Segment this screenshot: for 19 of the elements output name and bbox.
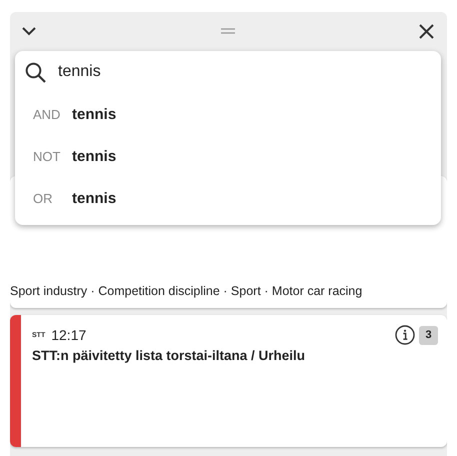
- drag-handle-icon[interactable]: [220, 28, 234, 34]
- close-icon[interactable]: [419, 24, 434, 38]
- count-badge: 3: [419, 326, 438, 344]
- term-text: tennis: [72, 106, 116, 122]
- subject-tags-text: Sport industry · Competition discipline · Sport · Motor car racing: [10, 284, 364, 298]
- search-field[interactable]: tennis: [58, 63, 358, 81]
- suggestion-item[interactable]: OR tennis: [15, 177, 441, 219]
- chevron-down-icon[interactable]: [22, 26, 36, 36]
- term-text: tennis: [72, 190, 116, 206]
- headline-text[interactable]: STT:n päivitetty lista torstai-iltana / Urheilu: [32, 348, 438, 363]
- search-icon: [25, 62, 46, 82]
- suggestion-item[interactable]: NOT tennis: [15, 135, 441, 177]
- operator-text: AND: [33, 106, 62, 122]
- info-icon[interactable]: [395, 325, 415, 345]
- suggestion-item[interactable]: AND tennis: [15, 93, 441, 135]
- operator-text: OR: [33, 190, 54, 206]
- time-text: 12:17: [51, 327, 86, 343]
- term-text: tennis: [72, 148, 116, 164]
- operator-text: NOT: [33, 148, 62, 164]
